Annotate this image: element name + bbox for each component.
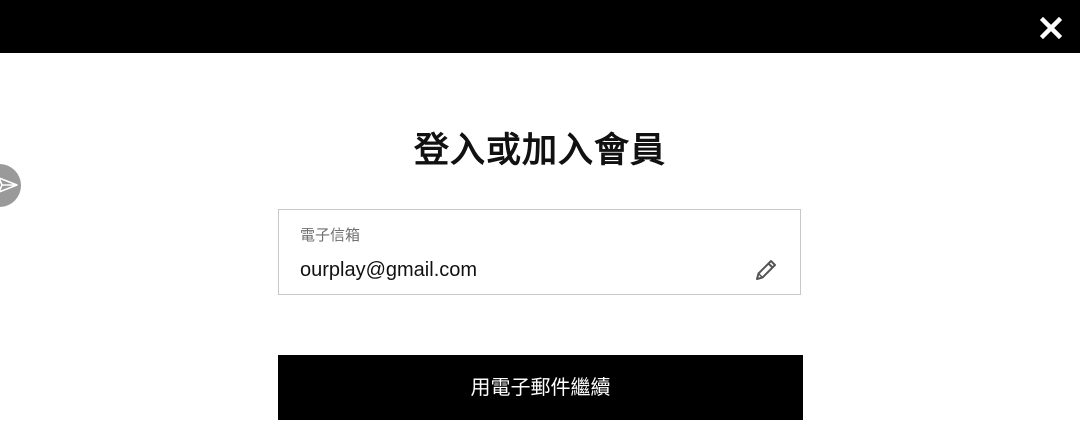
email-field[interactable]: 電子信箱 [278, 209, 801, 295]
login-modal: 登入或加入會員 電子信箱 用電子郵件繼續 [0, 0, 1080, 426]
email-field-label: 電子信箱 [300, 226, 361, 244]
edit-email-button[interactable] [752, 256, 780, 284]
top-bar [0, 0, 1080, 53]
close-icon [1040, 17, 1062, 39]
pencil-icon [756, 260, 776, 280]
email-input[interactable] [300, 256, 730, 284]
page-title: 登入或加入會員 [413, 131, 666, 171]
continue-with-email-button[interactable]: 用電子郵件繼續 [278, 355, 803, 420]
close-button[interactable] [1040, 17, 1062, 39]
send-icon [0, 177, 18, 193]
